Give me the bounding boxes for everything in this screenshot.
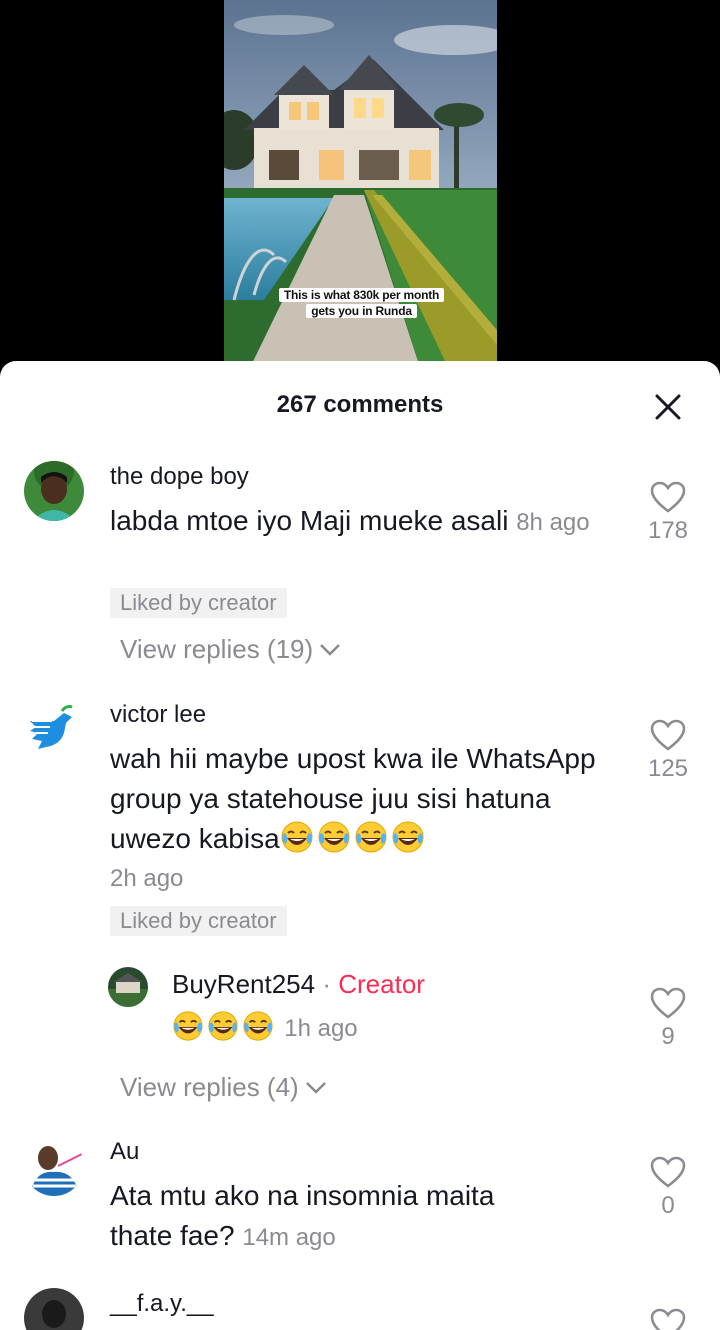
like-count: 178 [647, 517, 689, 544]
avatar[interactable] [24, 461, 84, 521]
comment-time: 2h ago [110, 865, 184, 892]
comment-username[interactable]: the dope boy [110, 463, 249, 491]
caption-line-1: This is what 830k per month [278, 288, 445, 302]
reply-like-button[interactable]: 9 [636, 987, 700, 1051]
liked-by-creator-badge: Liked by creator [110, 906, 287, 936]
avatar[interactable] [24, 1288, 84, 1330]
chevron-down-icon [305, 1081, 326, 1094]
comment-text: Ata mtu ako na insomnia maita thate fae?… [110, 1176, 580, 1258]
view-replies-label: View replies (4) [120, 1072, 299, 1102]
comment-body-line-1: Ata mtu ako na insomnia maita [110, 1180, 495, 1211]
laughing-emoji-icon [318, 821, 350, 853]
comment-text: labda mtoe iyo Maji mueke asali 8h ago [110, 501, 615, 543]
heart-icon [650, 719, 686, 751]
comment-item: the dope boy labda mtoe iyo Maji mueke a… [0, 461, 720, 691]
laughing-emoji-icon [173, 1011, 203, 1041]
like-button[interactable]: 0 [636, 1156, 700, 1220]
laughing-emoji-icon [392, 821, 424, 853]
comment-body-line-2: thate fae? [110, 1220, 235, 1251]
reply-username[interactable]: BuyRent254 [172, 969, 315, 999]
close-button[interactable] [650, 389, 686, 425]
creator-avatar[interactable] [108, 967, 148, 1007]
view-replies-label: View replies (19) [120, 634, 314, 664]
comment-time: 14m ago [242, 1224, 336, 1251]
avatar[interactable] [24, 699, 84, 759]
comment-username[interactable]: victor lee [110, 701, 206, 729]
comment-item: Au Ata mtu ako na insomnia maita thate f… [0, 1136, 720, 1276]
creator-tag: Creator [338, 969, 425, 999]
comment-body: labda mtoe iyo Maji mueke asali [110, 505, 509, 536]
view-replies-button[interactable]: View replies (19) [120, 634, 341, 665]
comment-time: 8h ago [516, 509, 590, 536]
sheet-header: 267 comments [0, 361, 720, 453]
like-button[interactable]: 125 [636, 719, 700, 783]
avatar[interactable] [24, 1136, 84, 1196]
like-button[interactable]: 178 [636, 481, 700, 545]
chevron-down-icon [320, 643, 341, 656]
comments-sheet: 267 comments the dope boy labda mtoe iyo… [0, 361, 720, 1330]
laughing-emoji-icon [281, 821, 313, 853]
laughing-emoji-icon [355, 821, 387, 853]
comments-count-title: 267 comments [276, 391, 444, 418]
close-icon [655, 394, 681, 420]
video-player[interactable]: This is what 830k per month gets you in … [0, 0, 720, 380]
comment-username[interactable]: __f.a.y.__ [110, 1290, 214, 1318]
reply-text: 1h ago [172, 1009, 358, 1047]
heart-icon [650, 481, 686, 513]
comment-text: wah hii maybe upost kwa ile WhatsApp gro… [110, 739, 615, 859]
laughing-emoji-icon [208, 1011, 238, 1041]
like-button[interactable] [636, 1308, 700, 1330]
comment-item: __f.a.y.__ [0, 1286, 720, 1330]
heart-icon [650, 1308, 686, 1330]
reply-item: BuyRent254 · Creator 1h ago 9 [0, 961, 720, 1051]
heart-icon [650, 1156, 686, 1188]
like-count: 0 [661, 1192, 675, 1219]
laughing-emoji-group [172, 1011, 277, 1042]
video-caption: This is what 830k per month gets you in … [270, 287, 453, 319]
comment-item: victor lee wah hii maybe upost kwa ile W… [0, 699, 720, 1102]
liked-by-creator-badge: Liked by creator [110, 588, 287, 618]
caption-line-2: gets you in Runda [306, 304, 417, 318]
heart-icon [650, 987, 686, 1019]
reply-time: 1h ago [284, 1015, 358, 1042]
reply-header: BuyRent254 · Creator [172, 969, 425, 1000]
laughing-emoji-icon [243, 1011, 273, 1041]
like-count: 125 [647, 755, 689, 782]
like-count: 9 [661, 1023, 675, 1050]
view-replies-button[interactable]: View replies (4) [120, 1072, 327, 1103]
video-thumbnail [224, 0, 497, 380]
laughing-emoji-group [280, 821, 428, 854]
comment-username[interactable]: Au [110, 1138, 139, 1166]
separator-dot: · [322, 969, 332, 999]
